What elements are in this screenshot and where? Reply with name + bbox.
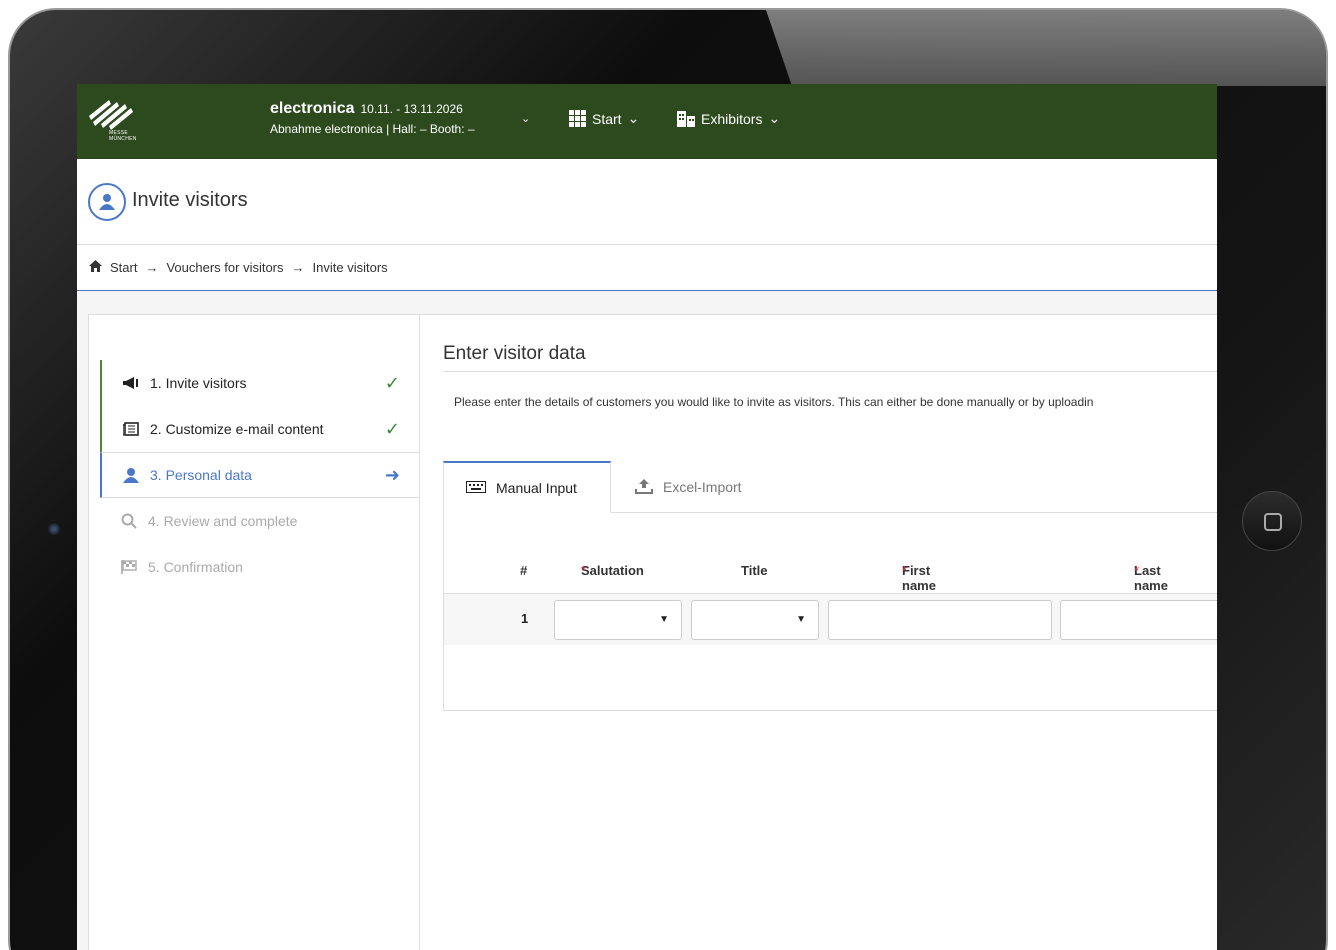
step-label: 2. Customize e-mail content bbox=[150, 421, 324, 437]
breadcrumb-separator: → bbox=[291, 260, 305, 275]
step-invite-visitors[interactable]: 1. Invite visitors ✓ bbox=[100, 360, 420, 406]
table-header: # Salutation * Title First name * Last n… bbox=[520, 563, 1168, 593]
step-label: 1. Invite visitors bbox=[150, 375, 247, 391]
breadcrumb-start[interactable]: Start bbox=[110, 260, 137, 275]
flag-icon bbox=[118, 560, 140, 574]
breadcrumb-separator: → bbox=[145, 260, 159, 275]
keyboard-icon bbox=[466, 480, 486, 496]
event-dates: 10.11. - 13.11.2026 bbox=[360, 102, 463, 116]
tab-label: Excel-Import bbox=[663, 479, 742, 495]
building-icon bbox=[677, 110, 695, 127]
breadcrumb-current: Invite visitors bbox=[312, 260, 388, 275]
step-label: 3. Personal data bbox=[150, 467, 252, 483]
megaphone-icon bbox=[120, 377, 142, 389]
breadcrumb-vouchers[interactable]: Vouchers for visitors bbox=[166, 260, 283, 275]
home-square-icon bbox=[1264, 513, 1282, 531]
last-name-input[interactable] bbox=[1060, 600, 1217, 640]
step-list: 1. Invite visitors ✓ 2. Customize e-mail… bbox=[89, 315, 420, 950]
manual-input-panel: # Salutation * Title First name * Last n… bbox=[443, 513, 1217, 711]
caret-down-icon: ▼ bbox=[796, 614, 806, 625]
arrow-right-icon: ➜ bbox=[384, 464, 400, 485]
column-header-number: # bbox=[520, 563, 528, 578]
upload-icon bbox=[635, 478, 653, 497]
newspaper-icon bbox=[120, 422, 142, 436]
column-header-title: Title bbox=[741, 563, 768, 578]
event-selector[interactable]: electronica 10.11. - 13.11.2026 Abnahme e… bbox=[270, 100, 475, 136]
home-button[interactable] bbox=[1242, 491, 1302, 551]
event-name: electronica bbox=[270, 100, 355, 117]
step-customize-email[interactable]: 2. Customize e-mail content ✓ bbox=[100, 406, 420, 452]
table-row: 1 ▼ ▼ bbox=[444, 593, 1217, 645]
row-number: 1 bbox=[521, 611, 529, 626]
breadcrumb: Start → Vouchers for visitors → Invite v… bbox=[77, 245, 1217, 291]
screen-glare bbox=[766, 10, 1326, 86]
nav-start-label: Start bbox=[592, 110, 622, 127]
chevron-down-icon: ⌄ bbox=[768, 110, 781, 126]
step-label: 4. Review and complete bbox=[148, 513, 298, 529]
camera-icon bbox=[47, 522, 61, 536]
first-name-input[interactable] bbox=[828, 600, 1052, 640]
input-tabs: Manual Input Excel-Import bbox=[443, 461, 1217, 513]
step-personal-data[interactable]: 3. Personal data ➜ bbox=[100, 452, 420, 498]
logo-text: MESSE MÜNCHEN bbox=[109, 130, 137, 142]
users-icon bbox=[88, 183, 126, 221]
salutation-select[interactable]: ▼ bbox=[554, 600, 682, 640]
chevron-down-icon[interactable]: ⌄ bbox=[521, 112, 530, 125]
search-icon bbox=[118, 513, 140, 529]
top-navbar: MESSE MÜNCHEN electronica 10.11. - 13.11.… bbox=[77, 84, 1217, 159]
app-screen: MESSE MÜNCHEN electronica 10.11. - 13.11.… bbox=[77, 84, 1217, 950]
event-subtitle: Abnahme electronica | Hall: – Booth: – bbox=[270, 122, 475, 136]
nav-start[interactable]: Start ⌄ bbox=[569, 110, 639, 127]
tab-manual-input[interactable]: Manual Input bbox=[443, 461, 611, 513]
tab-label: Manual Input bbox=[496, 479, 577, 496]
caret-down-icon: ▼ bbox=[659, 614, 669, 625]
tab-excel-import[interactable]: Excel-Import bbox=[613, 461, 764, 513]
nav-exhibitors[interactable]: Exhibitors ⌄ bbox=[677, 110, 780, 127]
title-select[interactable]: ▼ bbox=[691, 600, 819, 640]
grid-icon bbox=[569, 110, 586, 127]
users-icon bbox=[120, 467, 142, 483]
description-text: Please enter the details of customers yo… bbox=[454, 395, 1094, 409]
check-icon: ✓ bbox=[384, 372, 400, 393]
step-review-complete: 4. Review and complete bbox=[100, 498, 420, 544]
title-bar: Invite visitors bbox=[77, 159, 1217, 245]
content-card: 1. Invite visitors ✓ 2. Customize e-mail… bbox=[88, 314, 1217, 950]
chevron-down-icon: ⌄ bbox=[627, 110, 640, 126]
check-icon: ✓ bbox=[384, 418, 400, 439]
nav-exhibitors-label: Exhibitors bbox=[701, 110, 763, 127]
section-title: Enter visitor data bbox=[443, 343, 1217, 372]
step-label: 5. Confirmation bbox=[148, 559, 243, 575]
page-title: Invite visitors bbox=[132, 189, 248, 211]
step-confirmation: 5. Confirmation bbox=[100, 544, 420, 590]
home-icon[interactable] bbox=[89, 260, 102, 275]
